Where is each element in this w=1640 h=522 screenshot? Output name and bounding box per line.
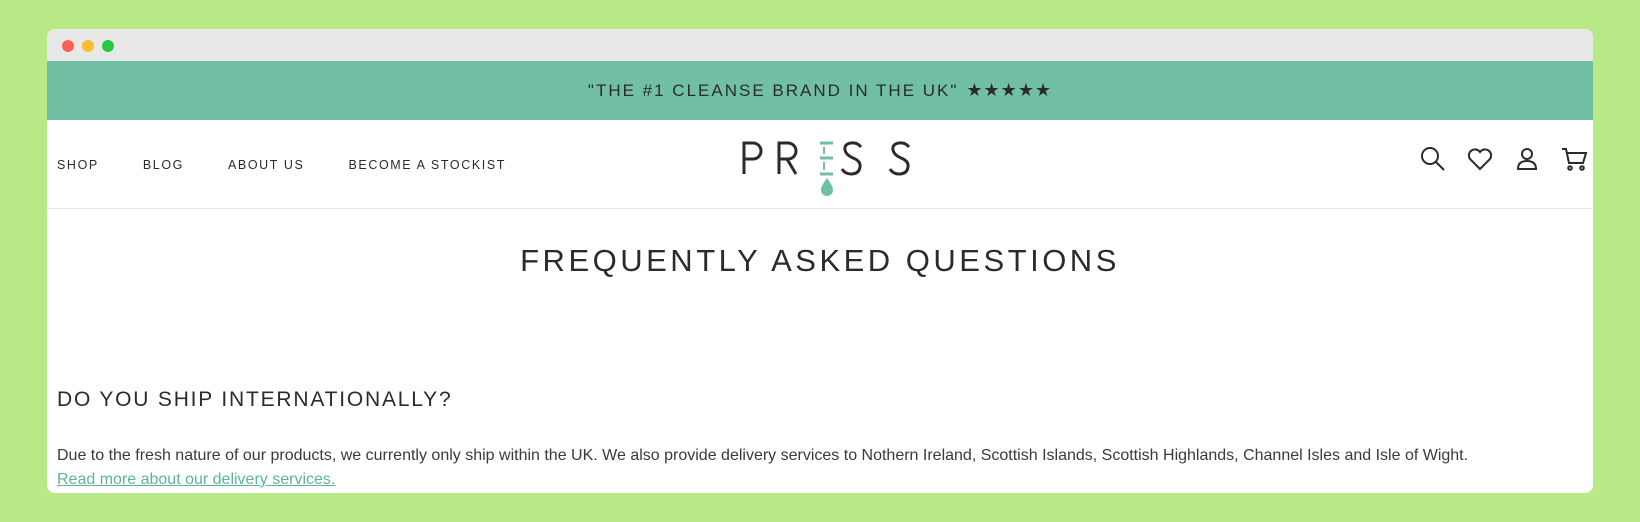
nav-item-shop[interactable]: SHOP [57,158,99,172]
close-window-button[interactable] [62,40,74,52]
cart-icon[interactable] [1559,144,1589,174]
star-rating: ★★★★★ [966,80,1053,100]
nav-item-become-a-stockist[interactable]: BECOME A STOCKIST [348,158,506,172]
press-logo[interactable] [739,140,919,200]
faq-question: DO YOU SHIP INTERNATIONALLY? [57,388,453,411]
window-titlebar [47,29,1593,61]
maximize-window-button[interactable] [102,40,114,52]
nav-item-blog[interactable]: BLOG [143,158,184,172]
header-icons [1401,144,1589,174]
page-title: FREQUENTLY ASKED QUESTIONS [520,243,1120,278]
user-icon[interactable] [1512,144,1542,174]
minimize-window-button[interactable] [82,40,94,52]
nav-item-about-us[interactable]: ABOUT US [228,158,304,172]
main-nav: SHOP BLOG ABOUT US BECOME A STOCKIST [57,120,550,209]
delivery-services-link[interactable]: Read more about our delivery services. [57,471,335,488]
announcement-text: "THE #1 CLEANSE BRAND IN THE UK" [587,80,959,100]
site-header: SHOP BLOG ABOUT US BECOME A STOCKIST [47,120,1593,209]
browser-window: "THE #1 CLEANSE BRAND IN THE UK" ★★★★★ S… [47,29,1593,493]
faq-answer-text: Due to the fresh nature of our products,… [57,447,1469,464]
faq-answer: Due to the fresh nature of our products,… [57,444,1587,492]
announcement-bar: "THE #1 CLEANSE BRAND IN THE UK" ★★★★★ [47,61,1593,120]
heart-icon[interactable] [1465,144,1495,174]
press-logo-mark [742,141,911,196]
search-icon[interactable] [1418,144,1448,174]
